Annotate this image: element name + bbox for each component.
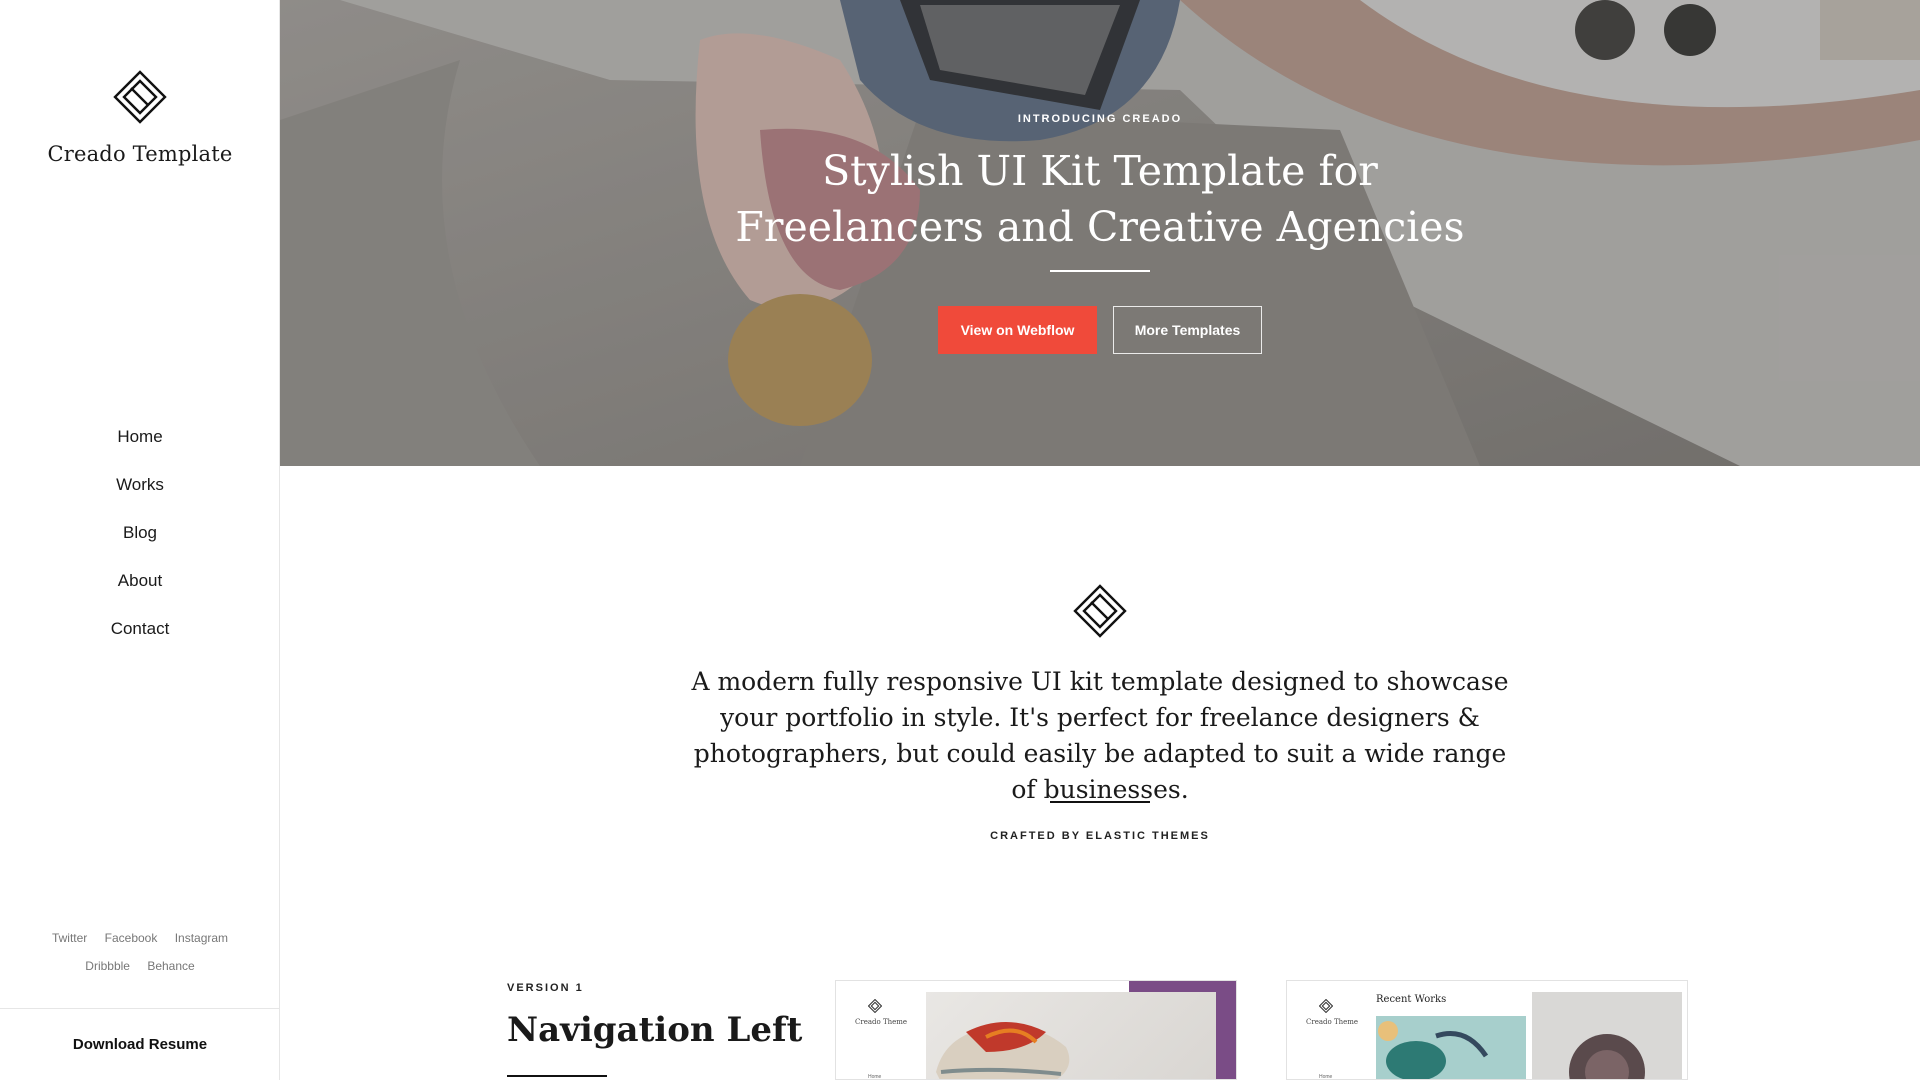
sidebar: Creado Template Home Works Blog About Co… <box>0 0 280 1080</box>
hero-eyebrow: INTRODUCING CREADO <box>1017 113 1183 125</box>
social-link-behance[interactable]: Behance <box>147 952 194 980</box>
version-thumbnail-2[interactable]: Creado Theme Home Recent Works <box>1286 980 1688 1080</box>
sidebar-logo[interactable]: Creado Template <box>0 70 280 166</box>
hero-content: INTRODUCING CREADO Stylish UI Kit Templa… <box>280 0 1920 466</box>
thumbnail-heading: Recent Works <box>1376 994 1447 1005</box>
diamond-logo-icon <box>868 999 882 1013</box>
social-link-facebook[interactable]: Facebook <box>105 924 158 952</box>
hero-divider <box>1050 270 1150 272</box>
version-thumbnail-1[interactable]: Creado Theme Home <box>835 980 1237 1080</box>
brand-name: Creado Template <box>47 142 233 166</box>
thumbnail-image-plant <box>1376 1016 1526 1079</box>
thumbnail-brand: Creado Theme <box>1306 1018 1359 1026</box>
social-link-dribbble[interactable]: Dribbble <box>85 952 130 980</box>
sneaker-image <box>936 1022 1070 1079</box>
version-title: Navigation Left <box>507 1010 803 1050</box>
social-link-twitter[interactable]: Twitter <box>52 924 87 952</box>
nav-item-works[interactable]: Works <box>0 468 280 516</box>
hero-section: INTRODUCING CREADO Stylish UI Kit Templa… <box>280 0 1920 466</box>
flower-image <box>1569 1034 1645 1079</box>
download-resume-button[interactable]: Download Resume <box>0 1008 280 1080</box>
social-link-instagram[interactable]: Instagram <box>175 924 228 952</box>
plant-image <box>1378 1021 1489 1079</box>
nav-item-home[interactable]: Home <box>0 420 280 468</box>
crafted-by-label[interactable]: CRAFTED BY ELASTIC THEMES <box>280 830 1920 842</box>
hero-title: Stylish UI Kit Template for Freelancers … <box>735 147 1465 251</box>
social-links: Twitter Facebook Instagram Dribbble Beha… <box>0 924 280 980</box>
view-on-webflow-button[interactable]: View on Webflow <box>938 306 1097 354</box>
intro-paragraph: A modern fully responsive UI kit templat… <box>691 667 1509 804</box>
nav-item-about[interactable]: About <box>0 564 280 612</box>
sidebar-nav: Home Works Blog About Contact <box>0 420 280 660</box>
thumbnail-image-flower <box>1532 992 1682 1079</box>
thumbnail-image <box>926 992 1216 1079</box>
more-templates-button[interactable]: More Templates <box>1113 306 1262 354</box>
intro-divider <box>1050 801 1150 803</box>
diamond-logo-icon <box>1319 999 1333 1013</box>
thumbnail-brand: Creado Theme <box>855 1018 908 1026</box>
nav-item-contact[interactable]: Contact <box>0 612 280 660</box>
version-divider <box>507 1075 607 1077</box>
diamond-logo-icon <box>1073 584 1127 638</box>
diamond-logo-icon <box>113 70 167 124</box>
nav-item-blog[interactable]: Blog <box>0 516 280 564</box>
thumbnail-nav: Home <box>868 1074 882 1080</box>
version-label: VERSION 1 <box>507 982 584 994</box>
thumbnail-nav: Home <box>1319 1074 1333 1080</box>
intro-section: A modern fully responsive UI kit templat… <box>280 466 1920 916</box>
